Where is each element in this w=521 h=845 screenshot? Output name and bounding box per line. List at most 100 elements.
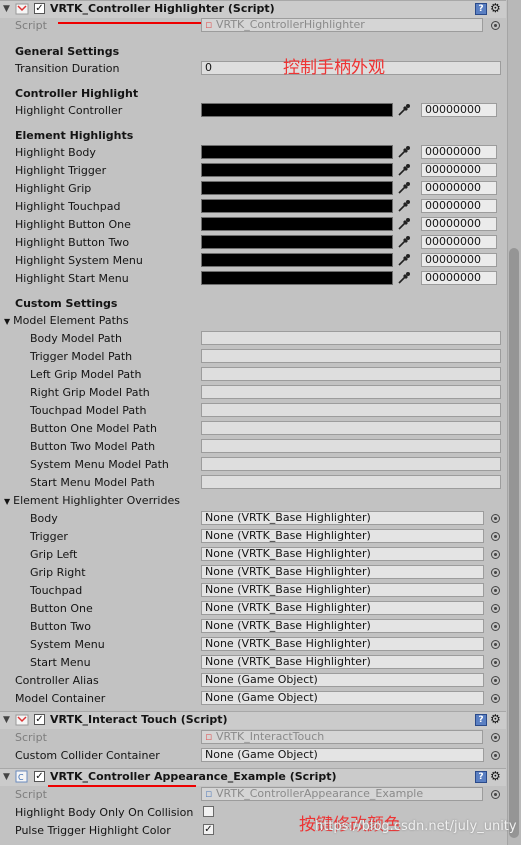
override-label: Body (30, 512, 58, 525)
model-element-paths-label: Model Element Paths (13, 314, 129, 327)
component-enabled-checkbox[interactable]: ✓ (34, 3, 45, 14)
pulse-trigger-checkbox[interactable]: ✓ (203, 824, 214, 835)
highlight-button-two-hex[interactable]: 00000000 (421, 235, 497, 249)
highlight-button-one-hex[interactable]: 00000000 (421, 217, 497, 231)
highlight-button-two-label: Highlight Button Two (15, 236, 130, 249)
foldout-arrow-icon[interactable]: ▼ (3, 4, 10, 14)
eyedropper-icon[interactable] (397, 217, 411, 231)
highlight-grip-label: Highlight Grip (15, 182, 92, 195)
highlight-grip-color[interactable] (201, 181, 393, 195)
eyedropper-icon[interactable] (397, 145, 411, 159)
gear-icon[interactable]: ⚙ (490, 769, 501, 783)
highlight-trigger-color[interactable] (201, 163, 393, 177)
object-picker-icon[interactable] (491, 21, 500, 30)
highlight-start-menu-label: Highlight Start Menu (15, 272, 129, 285)
highlight-button-two-color[interactable] (201, 235, 393, 249)
eyedropper-icon[interactable] (397, 253, 411, 267)
highlight-start-menu-hex[interactable]: 00000000 (421, 271, 497, 285)
highlight-trigger-hex[interactable]: 00000000 (421, 163, 497, 177)
path-label: Button One Model Path (30, 422, 157, 435)
system-menu-model-path-input[interactable] (201, 457, 501, 471)
override-trigger-field[interactable]: None (VRTK_Base Highlighter) (201, 529, 484, 543)
highlight-touchpad-hex[interactable]: 00000000 (421, 199, 497, 213)
component-title: VRTK_Controller Appearance_Example (Scri… (50, 770, 337, 783)
object-picker-icon[interactable] (491, 751, 500, 760)
highlight-system-menu-hex[interactable]: 00000000 (421, 253, 497, 267)
highlight-body-only-checkbox[interactable] (203, 806, 214, 817)
eyedropper-icon[interactable] (397, 271, 411, 285)
override-label: Button One (30, 602, 93, 615)
model-element-paths-foldout[interactable]: ▼ Model Element Paths (4, 314, 129, 327)
gear-icon[interactable]: ⚙ (490, 712, 501, 726)
controller-alias-field[interactable]: None (Game Object) (201, 673, 484, 687)
eyedropper-icon[interactable] (397, 163, 411, 177)
button-one-model-path-input[interactable] (201, 421, 501, 435)
model-container-field[interactable]: None (Game Object) (201, 691, 484, 705)
foldout-arrow-icon[interactable]: ▼ (3, 772, 10, 782)
gear-icon[interactable]: ⚙ (490, 1, 501, 15)
override-body-field[interactable]: None (VRTK_Base Highlighter) (201, 511, 484, 525)
override-grip-right-field[interactable]: None (VRTK_Base Highlighter) (201, 565, 484, 579)
body-model-path-input[interactable] (201, 331, 501, 345)
object-picker-icon[interactable] (491, 658, 500, 667)
c-sharp-script-icon (15, 3, 29, 15)
highlight-button-one-color[interactable] (201, 217, 393, 231)
custom-collider-container-field[interactable]: None (Game Object) (201, 748, 484, 762)
override-grip-left-field[interactable]: None (VRTK_Base Highlighter) (201, 547, 484, 561)
highlight-body-hex[interactable]: 00000000 (421, 145, 497, 159)
object-picker-icon[interactable] (491, 790, 500, 799)
eyedropper-icon[interactable] (397, 103, 411, 117)
object-picker-icon[interactable] (491, 550, 500, 559)
highlight-controller-hex[interactable]: 00000000 (421, 103, 497, 117)
watermark-text: https://blog.csdn.net/july_unity (315, 819, 517, 834)
component-header-controller-highlighter[interactable]: ▼ ✓ VRTK_Controller Highlighter (Script)… (0, 0, 506, 18)
script-field[interactable]: ▫ VRTK_InteractTouch (201, 730, 483, 744)
object-picker-icon[interactable] (491, 532, 500, 541)
component-enabled-checkbox[interactable]: ✓ (34, 714, 45, 725)
highlight-controller-color[interactable] (201, 103, 393, 117)
script-field[interactable]: ▫ VRTK_ControllerAppearance_Example (201, 787, 483, 801)
component-enabled-checkbox[interactable]: ✓ (34, 771, 45, 782)
start-menu-model-path-input[interactable] (201, 475, 501, 489)
override-system-menu-field[interactable]: None (VRTK_Base Highlighter) (201, 637, 484, 651)
highlight-controller-label: Highlight Controller (15, 104, 123, 117)
highlight-grip-hex[interactable]: 00000000 (421, 181, 497, 195)
highlight-start-menu-color[interactable] (201, 271, 393, 285)
object-picker-icon[interactable] (491, 514, 500, 523)
component-header-interact-touch[interactable]: ▼ ✓ VRTK_Interact Touch (Script) ? ⚙ (0, 711, 506, 729)
help-icon[interactable]: ? (475, 771, 487, 783)
object-picker-icon[interactable] (491, 568, 500, 577)
trigger-model-path-input[interactable] (201, 349, 501, 363)
override-touchpad-field[interactable]: None (VRTK_Base Highlighter) (201, 583, 484, 597)
override-button-one-field[interactable]: None (VRTK_Base Highlighter) (201, 601, 484, 615)
object-picker-icon[interactable] (491, 640, 500, 649)
object-picker-icon[interactable] (491, 604, 500, 613)
element-highlighter-overrides-foldout[interactable]: ▼ Element Highlighter Overrides (4, 494, 180, 507)
component-title: VRTK_Controller Highlighter (Script) (50, 2, 275, 15)
inspector-scrollbar-thumb[interactable] (509, 248, 519, 838)
help-icon[interactable]: ? (475, 714, 487, 726)
path-label: Trigger Model Path (30, 350, 133, 363)
left-grip-model-path-input[interactable] (201, 367, 501, 381)
eyedropper-icon[interactable] (397, 199, 411, 213)
foldout-arrow-icon[interactable]: ▼ (3, 715, 10, 725)
highlight-touchpad-color[interactable] (201, 199, 393, 213)
override-button-two-field[interactable]: None (VRTK_Base Highlighter) (201, 619, 484, 633)
script-field[interactable]: ▫ VRTK_ControllerHighlighter (201, 18, 483, 32)
highlight-body-color[interactable] (201, 145, 393, 159)
eyedropper-icon[interactable] (397, 235, 411, 249)
help-icon[interactable]: ? (475, 3, 487, 15)
component-header-controller-appearance[interactable]: ▼ C ✓ VRTK_Controller Appearance_Example… (0, 768, 506, 786)
right-grip-model-path-input[interactable] (201, 385, 501, 399)
object-picker-icon[interactable] (491, 586, 500, 595)
object-picker-icon[interactable] (491, 733, 500, 742)
object-picker-icon[interactable] (491, 676, 500, 685)
button-two-model-path-input[interactable] (201, 439, 501, 453)
override-label: Touchpad (30, 584, 83, 597)
highlight-system-menu-color[interactable] (201, 253, 393, 267)
override-start-menu-field[interactable]: None (VRTK_Base Highlighter) (201, 655, 484, 669)
object-picker-icon[interactable] (491, 622, 500, 631)
touchpad-model-path-input[interactable] (201, 403, 501, 417)
eyedropper-icon[interactable] (397, 181, 411, 195)
object-picker-icon[interactable] (491, 694, 500, 703)
